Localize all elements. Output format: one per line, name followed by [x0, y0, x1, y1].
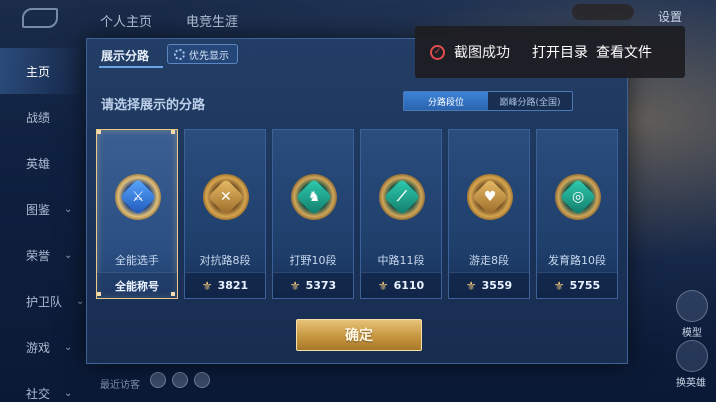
- sidebar-item[interactable]: 主页: [0, 48, 86, 94]
- sidebar-item[interactable]: 图鉴 ⌄: [0, 186, 86, 232]
- sidebar: 主页战绩英雄图鉴 ⌄ 荣誉 ⌄ 护卫队 ⌄ 游戏 ⌄ 社交 ⌄: [0, 48, 86, 402]
- priority-display-button[interactable]: 优先显示: [167, 44, 238, 64]
- selection-corner: [171, 130, 175, 134]
- lane-card-label: 发育路10段: [548, 254, 606, 267]
- rank-emblem-icon: ⚔: [115, 174, 161, 220]
- priority-display-label: 优先显示: [189, 50, 229, 62]
- power-score: 3559: [481, 279, 513, 292]
- select-lane-prompt: 请选择展示的分路: [101, 98, 206, 113]
- tab-personal-home[interactable]: 个人主页: [100, 11, 152, 30]
- power-icon: ⚜: [201, 278, 213, 293]
- sidebar-item-label: 图鉴: [26, 202, 51, 217]
- sidebar-item-label: 荣誉: [26, 248, 51, 263]
- power-score: 5373: [305, 279, 337, 292]
- gear-icon: [174, 48, 185, 60]
- sidebar-item[interactable]: 游戏 ⌄: [0, 324, 86, 370]
- lane-card[interactable]: ✕ 对抗路8段 ⚜ 3821: [184, 129, 266, 299]
- sidebar-item-label: 英雄: [26, 156, 51, 171]
- selection-corner: [171, 292, 175, 296]
- check-circle-icon: ✓: [430, 44, 445, 60]
- visitor-avatar[interactable]: [172, 372, 188, 388]
- power-icon: ⚜: [289, 278, 301, 293]
- lane-card-footer: ⚜ 5373: [273, 272, 353, 298]
- rank-emblem-icon: ⟋: [379, 174, 425, 220]
- lane-card-label: 对抗路8段: [199, 254, 251, 267]
- chevron-down-icon: ⌄: [76, 295, 85, 307]
- power-score: 5755: [569, 279, 601, 292]
- rank-emblem-icon: ♞: [291, 174, 337, 220]
- sidebar-item[interactable]: 战绩: [0, 94, 86, 140]
- view-file-link[interactable]: 查看文件: [596, 42, 652, 62]
- lane-card-footer: 全能称号: [97, 272, 177, 298]
- settings-button[interactable]: 设置: [658, 8, 682, 25]
- selection-corner: [97, 292, 101, 296]
- visitor-avatar[interactable]: [150, 372, 166, 388]
- switch-hero-icon[interactable]: [676, 340, 708, 372]
- screenshot-toast: ✓ 截图成功 打开目录 查看文件: [415, 26, 685, 78]
- rank-emblem-icon: ◎: [555, 174, 601, 220]
- title-underline: [99, 66, 163, 68]
- display-lane-dialog: 展示分路 优先显示 请选择展示的分路 分路段位 巅峰分路(全国) ⚔ 全能选手全能…: [86, 38, 628, 364]
- lane-card[interactable]: ♞ 打野10段 ⚜ 5373: [272, 129, 354, 299]
- lane-card-footer: ⚜ 6110: [361, 272, 441, 298]
- chevron-down-icon: ⌄: [64, 387, 73, 399]
- power-icon: ⚜: [377, 278, 389, 293]
- lane-card[interactable]: ♥ 游走8段 ⚜ 3559: [448, 129, 530, 299]
- tab-esports-career[interactable]: 电竞生涯: [186, 11, 238, 30]
- lane-card-label: 全能选手: [115, 254, 159, 267]
- lane-card-footer: ⚜ 5755: [537, 272, 617, 298]
- lane-card-label: 中路11段: [377, 254, 425, 267]
- recent-visitors-label: 最近访客: [100, 380, 140, 391]
- open-folder-link[interactable]: 打开目录: [532, 42, 588, 62]
- segment-lane-rank[interactable]: 分路段位: [404, 92, 488, 110]
- recent-visitors-avatars: [150, 372, 210, 388]
- sidebar-item-label: 游戏: [26, 340, 51, 355]
- model-icon[interactable]: [676, 290, 708, 322]
- power-score: 3821: [217, 279, 249, 292]
- visitor-avatar[interactable]: [194, 372, 210, 388]
- rank-emblem-icon: ✕: [203, 174, 249, 220]
- sidebar-item-label: 战绩: [26, 110, 51, 125]
- power-score: 6110: [393, 279, 425, 292]
- confirm-button[interactable]: 确定: [296, 319, 422, 351]
- power-icon: ⚜: [465, 278, 477, 293]
- sidebar-item[interactable]: 社交 ⌄: [0, 370, 86, 402]
- chevron-down-icon: ⌄: [64, 341, 73, 353]
- model-label: 模型: [682, 328, 702, 339]
- dialog-title: 展示分路: [101, 49, 150, 63]
- sidebar-item[interactable]: 英雄: [0, 140, 86, 186]
- top-tabs: 个人主页 电竞生涯: [100, 11, 238, 30]
- segment-peak-lane[interactable]: 巅峰分路(全国): [488, 92, 572, 110]
- sidebar-item-label: 护卫队: [26, 294, 63, 309]
- lane-cards: ⚔ 全能选手全能称号 ✕ 对抗路8段 ⚜ 3821 ♞ 打野10段 ⚜ 5373 ⟋ 中路11段 ⚜ 61…: [96, 129, 618, 299]
- sidebar-item[interactable]: 护卫队 ⌄: [0, 278, 86, 324]
- lane-type-segment: 分路段位 巅峰分路(全国): [403, 91, 573, 111]
- lane-card[interactable]: ⟋ 中路11段 ⚜ 6110: [360, 129, 442, 299]
- sidebar-item-label: 主页: [26, 64, 51, 79]
- sidebar-item[interactable]: 荣誉 ⌄: [0, 232, 86, 278]
- lane-card[interactable]: ◎ 发育路10段 ⚜ 5755: [536, 129, 618, 299]
- title-label: 全能称号: [115, 279, 159, 293]
- lane-card-label: 游走8段: [469, 254, 509, 267]
- lane-card[interactable]: ⚔ 全能选手全能称号: [96, 129, 178, 299]
- lane-card-footer: ⚜ 3821: [185, 272, 265, 298]
- chevron-down-icon: ⌄: [64, 203, 73, 215]
- back-logo-icon[interactable]: [22, 8, 58, 28]
- user-badge: [572, 4, 634, 20]
- sidebar-item-label: 社交: [26, 386, 51, 401]
- lane-card-label: 打野10段: [289, 254, 337, 267]
- chevron-down-icon: ⌄: [64, 249, 73, 261]
- lane-card-footer: ⚜ 3559: [449, 272, 529, 298]
- power-icon: ⚜: [553, 278, 565, 293]
- selection-corner: [97, 130, 101, 134]
- rank-emblem-icon: ♥: [467, 174, 513, 220]
- toast-message: 截图成功: [454, 45, 510, 61]
- switch-hero-label: 换英雄: [676, 378, 706, 389]
